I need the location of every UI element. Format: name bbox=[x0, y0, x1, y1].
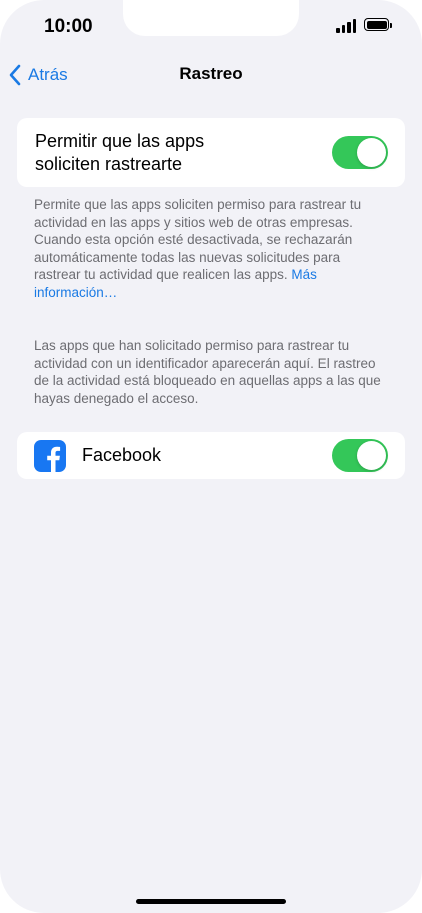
allow-tracking-label-line2: soliciten rastrearte bbox=[35, 154, 183, 174]
page-title: Rastreo bbox=[179, 64, 243, 83]
toggle-knob bbox=[357, 138, 386, 167]
app-name: Facebook bbox=[82, 445, 162, 465]
facebook-tracking-toggle[interactable] bbox=[332, 439, 388, 472]
allow-tracking-label-line1: Permitir que las apps bbox=[35, 131, 205, 151]
cellular-signal-icon bbox=[336, 19, 356, 33]
allow-tracking-label: Permitir que las apps soliciten rastrear… bbox=[35, 130, 204, 176]
phone-screen: 10:00 Atrás Rastreo Permitir que las app… bbox=[0, 0, 422, 913]
home-indicator[interactable] bbox=[136, 899, 286, 904]
tracking-description: Permite que las apps soliciten permiso p… bbox=[34, 196, 390, 301]
apps-description: Las apps que han solicitado permiso para… bbox=[34, 338, 381, 406]
status-time: 10:00 bbox=[44, 16, 93, 37]
allow-tracking-toggle[interactable] bbox=[332, 136, 388, 169]
notch bbox=[123, 0, 299, 36]
toggle-knob bbox=[357, 441, 386, 470]
app-row-facebook: Facebook bbox=[17, 432, 405, 479]
facebook-icon bbox=[34, 440, 66, 472]
battery-icon bbox=[364, 18, 392, 31]
allow-tracking-row: Permitir que las apps soliciten rastrear… bbox=[17, 118, 405, 187]
